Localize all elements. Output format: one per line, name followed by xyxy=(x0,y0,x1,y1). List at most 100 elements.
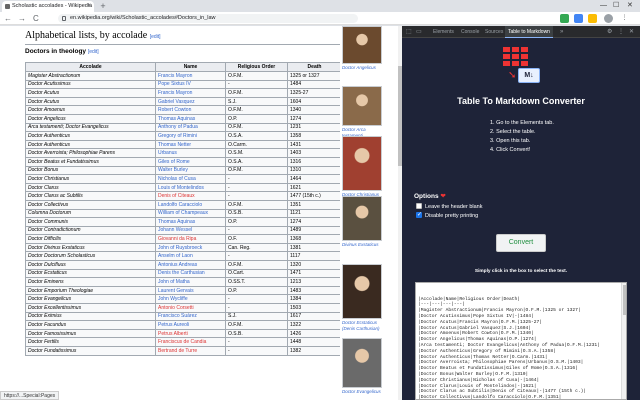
gallery-caption[interactable]: Doctor Ecstaticus (Denis Carthusian) xyxy=(342,320,382,331)
name-link[interactable]: Bertrand de Turre xyxy=(155,346,226,356)
name-link[interactable]: Francis Mayron xyxy=(155,71,226,81)
leave-header-blank-checkbox[interactable] xyxy=(416,203,422,209)
accolade-cell: Doctor Eximius xyxy=(25,311,156,322)
devtools-close-icon[interactable]: ✕ xyxy=(629,26,634,38)
devtools-menu-icon[interactable]: ⋮ xyxy=(618,26,624,38)
portrait-image[interactable] xyxy=(342,26,382,64)
image-gallery: Doctor Angelicus Doctor Arca testamenti, … xyxy=(340,26,398,400)
death-cell: 1325-27 xyxy=(287,88,342,98)
name-link[interactable]: William of Champeaux xyxy=(155,208,226,219)
table-row: Doctor Divinus Exstaticus John of Ruysbro… xyxy=(25,242,342,253)
column-header[interactable]: Accolade xyxy=(25,62,156,72)
portrait-image[interactable] xyxy=(342,338,382,388)
name-link[interactable]: Denis the Carthusian xyxy=(155,268,226,279)
address-bar[interactable]: en.wikipedia.org/wiki/Scholastic_accolad… xyxy=(58,14,358,23)
reload-button[interactable]: C xyxy=(33,13,39,24)
name-link[interactable]: Denis of Citeaux xyxy=(155,191,226,201)
more-tabs-icon[interactable]: » xyxy=(560,26,563,38)
name-link[interactable]: Antonius Andreas xyxy=(155,260,226,270)
portrait-image[interactable] xyxy=(342,136,382,191)
name-link[interactable]: Petrus Alberti xyxy=(155,328,226,339)
name-link[interactable]: Giovanni da Ripa xyxy=(155,234,226,244)
tab-close-icon[interactable]: × xyxy=(87,1,91,12)
gallery-caption[interactable]: Divinus Exstaticus xyxy=(342,242,382,248)
name-link[interactable]: Urbanus xyxy=(155,148,226,158)
option-leave-header-blank[interactable]: Leave the header blank xyxy=(416,203,483,211)
new-tab-button[interactable]: + xyxy=(98,1,108,11)
gallery-item[interactable]: Doctor Ecstaticus (Denis Carthusian) xyxy=(342,264,382,331)
output-scrollbar[interactable] xyxy=(621,283,626,399)
name-link[interactable]: Giles of Rome xyxy=(155,156,226,167)
gallery-item[interactable]: Divinus Exstaticus xyxy=(342,196,382,248)
table-row: Doctor Eminens John of Matha O.SS.T. 1213 xyxy=(25,277,342,287)
gallery-caption[interactable]: Doctor Evangelicus xyxy=(342,389,382,395)
name-link[interactable]: Pope Sixtus IV xyxy=(155,79,226,90)
convert-button[interactable]: Convert xyxy=(496,234,546,252)
extension-icon[interactable] xyxy=(560,14,569,23)
name-link[interactable]: Gregory of Rimini xyxy=(155,131,226,141)
name-link[interactable]: Walter Burley xyxy=(155,165,226,176)
name-link[interactable]: Anselm of Laon xyxy=(155,251,226,262)
column-header[interactable]: Religious Order xyxy=(225,62,288,72)
maximize-button[interactable]: ☐ xyxy=(613,0,619,12)
gallery-item[interactable]: Doctor Christianus xyxy=(342,136,382,198)
close-window-button[interactable]: ✕ xyxy=(627,0,633,12)
portrait-image[interactable] xyxy=(342,86,382,126)
tab-title: Scholastic accolades - Wikipedia xyxy=(12,3,93,9)
subsection-edit-link[interactable]: [edit] xyxy=(88,49,99,55)
gallery-caption[interactable]: Doctor Angelicus xyxy=(342,65,382,71)
gallery-item[interactable]: Doctor Evangelicus xyxy=(342,338,382,395)
name-link[interactable]: John of Matha xyxy=(155,277,226,287)
name-link[interactable]: Francis Mayron xyxy=(155,88,226,98)
chrome-menu-icon[interactable]: ⋮ xyxy=(620,14,629,23)
column-header[interactable]: Name xyxy=(155,62,226,72)
name-link[interactable]: Thomas Aquinas xyxy=(155,113,226,124)
option-disable-pretty-printing[interactable]: Disable pretty printing xyxy=(416,211,478,220)
minimize-button[interactable]: — xyxy=(600,0,607,12)
tab-console[interactable]: Console xyxy=(458,26,482,38)
tab-sources[interactable]: Sources xyxy=(482,26,506,38)
device-toolbar-icon[interactable]: ▭ xyxy=(416,26,422,38)
url-text: en.wikipedia.org/wiki/Scholastic_accolad… xyxy=(70,15,216,21)
column-header[interactable]: Death xyxy=(287,62,342,72)
portrait-image[interactable] xyxy=(342,264,382,319)
browser-toolbar: ← → C en.wikipedia.org/wiki/Scholastic_a… xyxy=(0,12,640,25)
order-cell: O.S.A. xyxy=(225,131,288,141)
gallery-item[interactable]: Doctor Arca testamenti, Evangelical Doct… xyxy=(342,86,382,144)
name-link[interactable]: Robert Cowton xyxy=(155,105,226,115)
markdown-output-textarea[interactable]: |Accolade|Name|Religious Order|Death| |-… xyxy=(415,282,627,400)
panel-title: Table To Markdown Converter xyxy=(457,96,585,106)
accolade-cell: Doctor Difficilis xyxy=(25,234,156,244)
name-link[interactable]: Thomas Aquinas xyxy=(155,217,226,227)
name-link[interactable]: Landolfo Caracciolo xyxy=(155,199,226,210)
name-link[interactable]: Petrus Aureoli xyxy=(155,320,226,330)
extension-icon[interactable] xyxy=(588,14,597,23)
name-link[interactable]: John Wycliffe xyxy=(155,294,226,305)
name-link[interactable]: John of Ruysbroeck xyxy=(155,242,226,253)
section-edit-link[interactable]: [edit] xyxy=(150,34,161,40)
tab-elements[interactable]: Elements xyxy=(430,26,457,38)
name-link[interactable]: Louis of Montelindos xyxy=(155,182,226,193)
tab-table-to-markdown[interactable]: Table to Markdown xyxy=(505,26,553,38)
gallery-item[interactable]: Doctor Angelicus xyxy=(342,26,382,71)
name-link[interactable]: Francisco Suárez xyxy=(155,311,226,322)
browser-tab[interactable]: Scholastic accolades - Wikipedia × xyxy=(2,1,94,12)
name-link[interactable]: Anthony of Padua xyxy=(155,122,226,133)
table-row: Doctor Acutus Gabriel Vasquez S.J. 1604 xyxy=(25,96,342,107)
name-link[interactable]: Gabriel Vasquez xyxy=(155,96,226,107)
name-link[interactable]: Laurent Gervais xyxy=(155,285,226,296)
name-link[interactable]: Thomas Netter xyxy=(155,139,226,150)
back-button[interactable]: ← xyxy=(4,13,12,24)
profile-avatar[interactable] xyxy=(604,14,613,23)
name-link[interactable]: Franciscus de Candia xyxy=(155,337,226,347)
settings-icon[interactable]: ⚙ xyxy=(607,26,612,38)
name-link[interactable]: Antonio Corsetti xyxy=(155,303,226,313)
extension-icon[interactable] xyxy=(574,14,583,23)
disable-pretty-printing-checkbox[interactable] xyxy=(416,211,422,219)
forward-button[interactable]: → xyxy=(18,13,26,24)
portrait-image[interactable] xyxy=(342,196,382,241)
name-link[interactable]: Nicholas of Cusa xyxy=(155,174,226,184)
death-cell: 1483 xyxy=(287,285,342,296)
inspect-icon[interactable]: ⬚ xyxy=(406,26,412,38)
name-link[interactable]: Johann Wessel xyxy=(155,225,226,236)
